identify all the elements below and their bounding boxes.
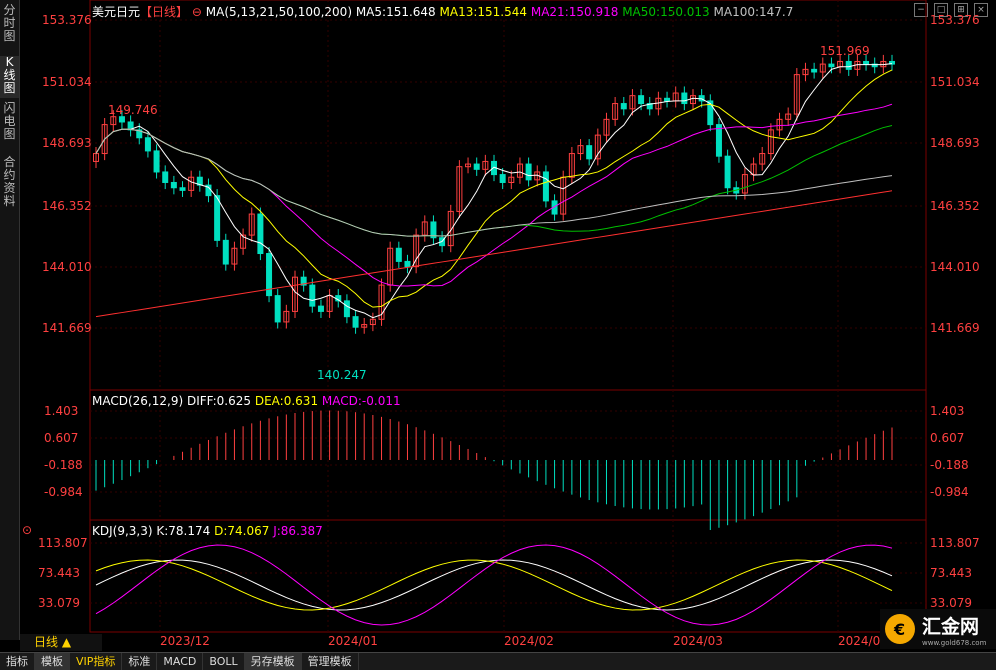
date-tick-label: 2024/0 bbox=[838, 634, 880, 648]
date-tick-label: 2024/01 bbox=[328, 634, 378, 648]
btn-standard[interactable]: 标准 bbox=[122, 653, 158, 670]
candle-body bbox=[664, 97, 671, 102]
candle-body bbox=[257, 213, 264, 255]
macd-tick-label: 1.403 bbox=[930, 404, 964, 418]
btn-manage-template[interactable]: 管理模板 bbox=[302, 653, 359, 670]
candle-body bbox=[828, 63, 835, 68]
candle-body bbox=[222, 239, 229, 265]
kdj-tick-label: 113.807 bbox=[38, 536, 88, 550]
kdj-j-line bbox=[95, 544, 893, 626]
candle-body bbox=[179, 187, 186, 191]
candle-body bbox=[863, 60, 870, 65]
macd-tick-label: 0.607 bbox=[930, 431, 964, 445]
btn-save-template[interactable]: 另存模板 bbox=[244, 653, 302, 670]
macd-frame bbox=[89, 389, 927, 521]
macd-tick-label: -0.984 bbox=[44, 485, 83, 499]
bottom-toolbar: 指标 模板 VIP指标 标准 MACD BOLL 另存模板 管理模板 bbox=[0, 652, 996, 670]
btn-macd[interactable]: MACD bbox=[157, 653, 204, 670]
left-high-label: 149.746 bbox=[108, 103, 158, 117]
gridlines bbox=[90, 0, 926, 632]
candle-body bbox=[162, 171, 169, 183]
price-tick-label: 148.693 bbox=[930, 136, 980, 150]
candle-body bbox=[309, 284, 316, 307]
candle-body bbox=[525, 163, 532, 181]
high-price-label: 151.969 bbox=[820, 44, 870, 58]
candle-body bbox=[638, 95, 645, 105]
kdj-tick-label: 33.079 bbox=[38, 596, 80, 610]
candle-body bbox=[715, 124, 722, 157]
ma-lines bbox=[95, 63, 893, 319]
price-tick-label: 144.010 bbox=[42, 260, 92, 274]
x-axis-labels: 2023/12 2024/01 2024/02 2024/03 2024/0 bbox=[160, 634, 880, 648]
candle-body bbox=[681, 92, 688, 105]
candle-body bbox=[274, 295, 281, 323]
candle-body bbox=[170, 181, 177, 189]
candle-body bbox=[845, 60, 852, 70]
candle-body bbox=[118, 116, 125, 123]
macd-histogram bbox=[95, 410, 893, 531]
period-tab[interactable]: 日线 ▲ bbox=[20, 634, 102, 651]
candle-body bbox=[352, 316, 359, 328]
kdj-tick-label: 73.443 bbox=[38, 566, 80, 580]
candle-body bbox=[214, 195, 221, 241]
price-tick-label: 153.376 bbox=[42, 13, 92, 27]
kdj-tick-label: 33.079 bbox=[930, 596, 972, 610]
candle-body bbox=[811, 68, 818, 73]
candle-body bbox=[724, 155, 731, 189]
price-tick-label: 141.669 bbox=[930, 321, 980, 335]
candle-body bbox=[144, 137, 151, 152]
date-tick-label: 2023/12 bbox=[160, 634, 210, 648]
candle-body bbox=[620, 103, 627, 110]
btn-template[interactable]: 模板 bbox=[35, 653, 70, 670]
candle-body bbox=[542, 171, 549, 202]
macd-tick-label: 1.403 bbox=[44, 404, 78, 418]
candle-body bbox=[499, 174, 506, 183]
price-tick-label: 148.693 bbox=[42, 136, 92, 150]
candle-body bbox=[343, 300, 350, 318]
candle-body bbox=[586, 145, 593, 160]
ma13-line bbox=[95, 69, 893, 308]
price-tick-label: 146.352 bbox=[930, 199, 980, 213]
price-tick-label: 151.034 bbox=[930, 75, 980, 89]
logo: € 汇金网 www.gold678.com bbox=[880, 609, 996, 649]
macd-tick-label: -0.188 bbox=[44, 458, 83, 472]
price-tick-label: 151.034 bbox=[42, 75, 92, 89]
date-tick-label: 2024/03 bbox=[673, 634, 723, 648]
svg-text:€: € bbox=[893, 620, 905, 639]
candle-body bbox=[153, 150, 160, 173]
btn-vip-indicator[interactable]: VIP指标 bbox=[70, 653, 123, 670]
logo-url: www.gold678.com bbox=[922, 639, 987, 647]
candle-body bbox=[473, 163, 480, 170]
kdj-lines bbox=[95, 544, 893, 626]
kdj-tick-label: 113.807 bbox=[930, 536, 980, 550]
chart-canvas[interactable]: 153.376 153.376 151.034 151.034 148.693 148.6… bbox=[0, 0, 996, 669]
candle-body bbox=[404, 260, 411, 268]
price-tick-label: 144.010 bbox=[930, 260, 980, 274]
date-tick-label: 2024/02 bbox=[504, 634, 554, 648]
price-tick-label: 146.352 bbox=[42, 199, 92, 213]
candle-body bbox=[395, 247, 402, 262]
kdj-d-line bbox=[95, 559, 893, 611]
btn-indicator[interactable]: 指标 bbox=[0, 653, 35, 670]
macd-tick-label: -0.188 bbox=[930, 458, 969, 472]
low-price-label: 140.247 bbox=[317, 368, 367, 382]
macd-tick-label: 0.607 bbox=[44, 431, 78, 445]
macd-tick-label: -0.984 bbox=[930, 485, 969, 499]
ma5-line bbox=[95, 63, 893, 319]
price-tick-label: 153.376 bbox=[930, 13, 980, 27]
candle-body bbox=[317, 305, 324, 312]
btn-boll[interactable]: BOLL bbox=[203, 653, 245, 670]
kdj-tick-label: 73.443 bbox=[930, 566, 972, 580]
candlesticks bbox=[93, 54, 895, 334]
logo-text: 汇金网 bbox=[922, 615, 979, 638]
price-tick-label: 141.669 bbox=[42, 321, 92, 335]
kdj-frame bbox=[89, 519, 927, 633]
